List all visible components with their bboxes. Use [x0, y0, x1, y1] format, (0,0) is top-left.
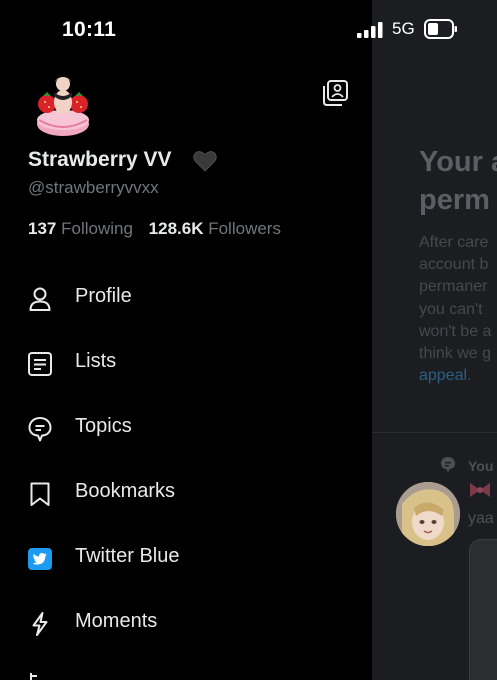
- menu-label: Topics: [75, 415, 132, 437]
- tweet-author-avatar[interactable]: [396, 482, 460, 546]
- divider: [372, 432, 497, 433]
- menu-label: Twitter Blue: [75, 545, 180, 567]
- menu-label: Lists: [75, 350, 117, 372]
- menu-item-profile[interactable]: Profile: [0, 270, 372, 326]
- cellular-signal-icon: [357, 22, 383, 38]
- topic-bubble-icon: [441, 457, 455, 473]
- person-icon: [29, 287, 51, 311]
- status-bar: 10:11 5G: [0, 0, 497, 60]
- black-heart-icon: [193, 151, 217, 172]
- suspension-body: After care account b permaner you can't …: [419, 234, 492, 385]
- menu-item-partial-icon: [30, 673, 37, 680]
- topics-icon: [28, 417, 52, 442]
- profile-avatar[interactable]: [33, 72, 93, 138]
- suspension-title: Your a perm: [419, 146, 497, 216]
- display-name[interactable]: Strawberry VV: [28, 148, 172, 172]
- menu-label: Profile: [75, 285, 132, 307]
- battery-icon: [424, 19, 457, 39]
- bow-emoji-icon: [470, 483, 490, 497]
- list-icon: [28, 352, 52, 376]
- followers-link[interactable]: 128.6K Followers: [149, 219, 281, 238]
- switch-account-icon[interactable]: [321, 80, 349, 106]
- menu-item-moments[interactable]: Moments: [0, 595, 372, 651]
- tweet-text: yaa: [468, 510, 494, 527]
- appeal-link[interactable]: appeal: [419, 367, 467, 384]
- tweet-media-card[interactable]: [469, 539, 497, 680]
- bookmark-icon: [30, 482, 50, 506]
- lightning-icon: [32, 612, 48, 636]
- menu-label: Bookmarks: [75, 480, 176, 502]
- menu-item-twitter-blue[interactable]: Twitter Blue: [0, 530, 372, 586]
- following-link[interactable]: 137 Following: [28, 219, 133, 238]
- menu-label: Moments: [75, 610, 158, 632]
- network-type: 5G: [392, 19, 415, 38]
- profile-handle: @strawberryvvxx: [28, 178, 159, 197]
- menu-item-lists[interactable]: Lists: [0, 335, 372, 391]
- tweet-context-label: You: [468, 458, 494, 474]
- menu-item-bookmarks[interactable]: Bookmarks: [0, 465, 372, 521]
- navigation-drawer: Strawberry VV @strawberryvvxx 137 Follow…: [0, 0, 372, 680]
- twitter-blue-icon: [28, 548, 52, 570]
- menu-item-topics[interactable]: Topics: [0, 400, 372, 456]
- dimmed-timeline-panel[interactable]: Your a perm After care account b permane…: [372, 0, 497, 680]
- follow-stats: 137 Following 128.6K Followers: [28, 219, 281, 239]
- status-time: 10:11: [62, 18, 117, 41]
